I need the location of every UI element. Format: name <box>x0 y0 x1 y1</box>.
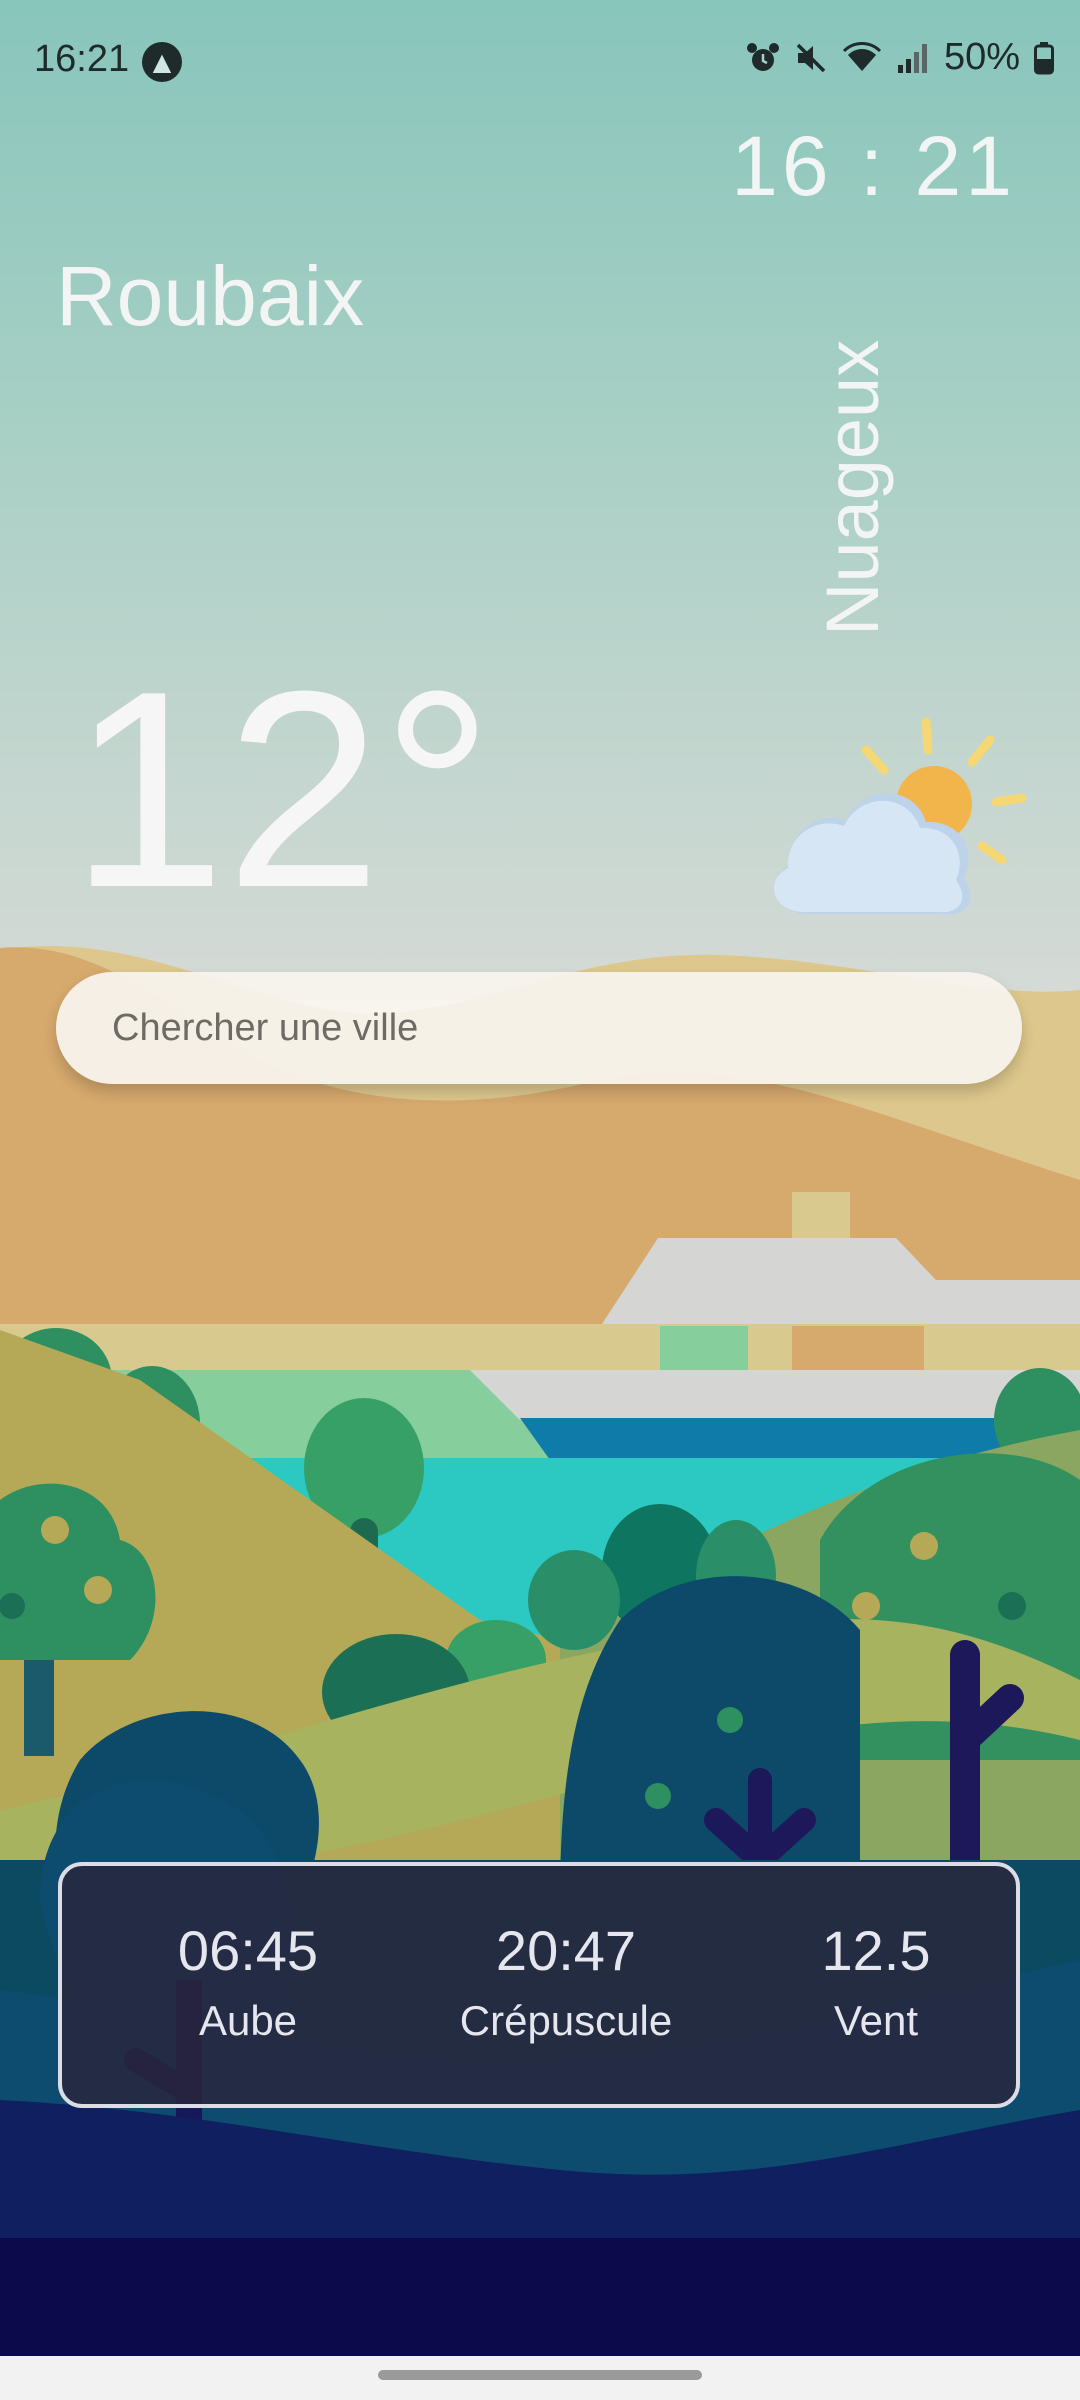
wind-value: 12.5 <box>821 1919 931 1982</box>
dusk-value: 20:47 <box>495 1919 637 1982</box>
signal-icon <box>897 43 927 73</box>
stat-wind: 12.5 Vent <box>776 1918 976 2045</box>
wind-label: Vent <box>833 1997 919 2044</box>
dawn-label: Aube <box>198 1997 298 2044</box>
navigation-arrow-icon: ▲ <box>142 42 182 82</box>
partly-cloudy-icon <box>774 717 1027 915</box>
temperature: 12° <box>70 634 494 946</box>
search-input[interactable] <box>56 972 1022 1084</box>
city-name: Roubaix <box>56 249 365 343</box>
weather-condition: Nuageux <box>811 339 894 636</box>
wifi-icon <box>842 41 881 71</box>
stat-dawn: 06:45 Aube <box>128 1918 368 2045</box>
sun-wind-panel: 06:45 Aube 20:47 Crépuscule 12.5 Vent <box>58 1862 1020 2108</box>
mute-icon <box>796 43 826 72</box>
battery-icon <box>1034 41 1054 74</box>
battery-percent: 50% <box>943 36 1020 78</box>
status-bar: 16:21 ▲ 50% <box>0 0 1080 120</box>
status-icons: 50% <box>746 36 1054 79</box>
stat-dusk: 20:47 Crépuscule <box>416 1918 716 2045</box>
weather-screen: 16:21 ▲ 50% 16: 21 Roubaix Nuageux 12° … <box>0 0 1080 2400</box>
navigation-bar <box>0 2356 1080 2400</box>
alarm-icon <box>746 42 779 71</box>
status-time: 16:21 <box>34 38 130 80</box>
clock: 16 : 21 <box>731 119 1016 213</box>
home-gesture-handle[interactable] <box>378 2370 702 2380</box>
dusk-label: Crépuscule <box>459 1997 673 2044</box>
dawn-value: 06:45 <box>177 1919 319 1982</box>
